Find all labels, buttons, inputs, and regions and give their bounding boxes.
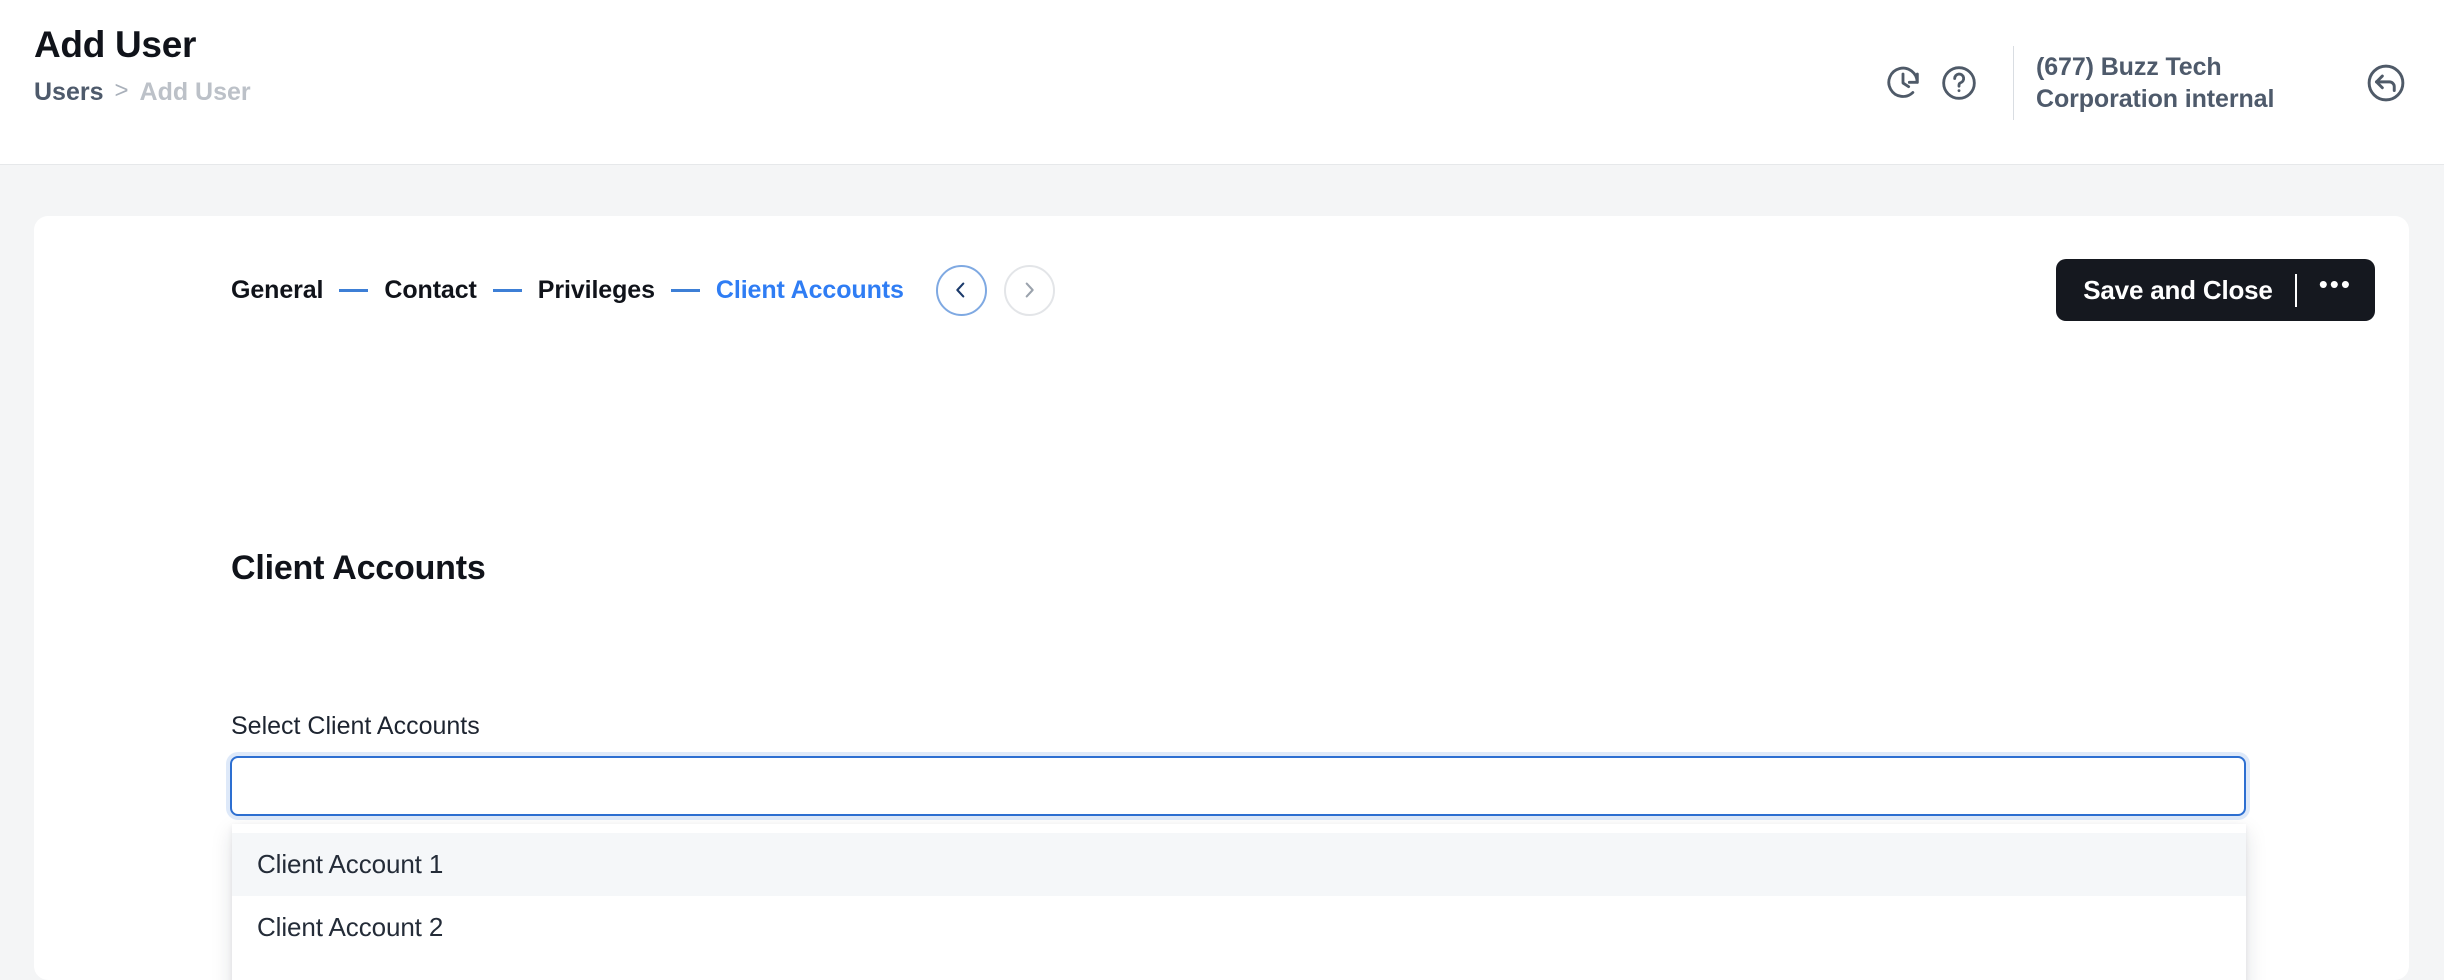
wizard-nav-arrows [935, 264, 1055, 316]
client-accounts-select-wrapper: Client Account 1 Client Account 2 Client… [230, 756, 2246, 980]
step-separator-dash [492, 288, 522, 292]
previous-step-button[interactable] [935, 264, 987, 316]
header-right-group: (677) Buzz Tech Corporation internal [1875, 0, 2444, 165]
history-clock-icon[interactable] [1875, 55, 1931, 111]
dropdown-option-client-account-3[interactable]: Client Account 3 [232, 959, 2246, 980]
dropdown-option-client-account-2[interactable]: Client Account 2 [232, 896, 2246, 959]
breadcrumb: Users > Add User [34, 77, 251, 107]
client-accounts-search-input[interactable] [230, 756, 2246, 816]
section-title: Client Accounts [231, 549, 486, 587]
breadcrumb-current-add-user: Add User [139, 77, 251, 106]
wizard-step-bar: General Contact Privileges Client Accoun… [231, 252, 2375, 328]
save-button-divider [2294, 273, 2297, 307]
breadcrumb-separator-icon: > [114, 77, 129, 105]
wizard-step-client-accounts[interactable]: Client Accounts [716, 276, 904, 305]
page-body: General Contact Privileges Client Accoun… [0, 165, 2444, 980]
content-card: General Contact Privileges Client Accoun… [34, 216, 2409, 980]
app-header: Add User Users > Add User (677) Buzz Tec… [0, 0, 2444, 165]
wizard-step-privileges[interactable]: Privileges [538, 276, 655, 305]
header-divider [2013, 45, 2014, 120]
dropdown-option-client-account-1[interactable]: Client Account 1 [232, 833, 2246, 896]
step-separator-dash [339, 288, 369, 292]
next-step-button[interactable] [1003, 264, 1055, 316]
save-and-close-label: Save and Close [2083, 274, 2273, 305]
help-question-icon[interactable] [1931, 55, 1987, 111]
step-separator-dash [670, 288, 700, 292]
back-return-icon[interactable] [2356, 53, 2416, 113]
select-client-accounts-label: Select Client Accounts [231, 712, 480, 740]
save-and-close-button[interactable]: Save and Close ••• [2056, 259, 2375, 321]
wizard-step-general[interactable]: General [231, 276, 324, 305]
wizard-steps: General Contact Privileges Client Accoun… [231, 276, 904, 305]
page-title: Add User [34, 24, 197, 65]
company-name: (677) Buzz Tech Corporation internal [2036, 52, 2275, 113]
save-more-options-icon[interactable]: ••• [2319, 271, 2352, 301]
breadcrumb-link-users[interactable]: Users [34, 77, 104, 107]
wizard-step-contact[interactable]: Contact [384, 276, 476, 305]
client-accounts-dropdown-list: Client Account 1 Client Account 2 Client… [232, 824, 2246, 980]
header-left-group: Add User Users > Add User [34, 24, 251, 107]
